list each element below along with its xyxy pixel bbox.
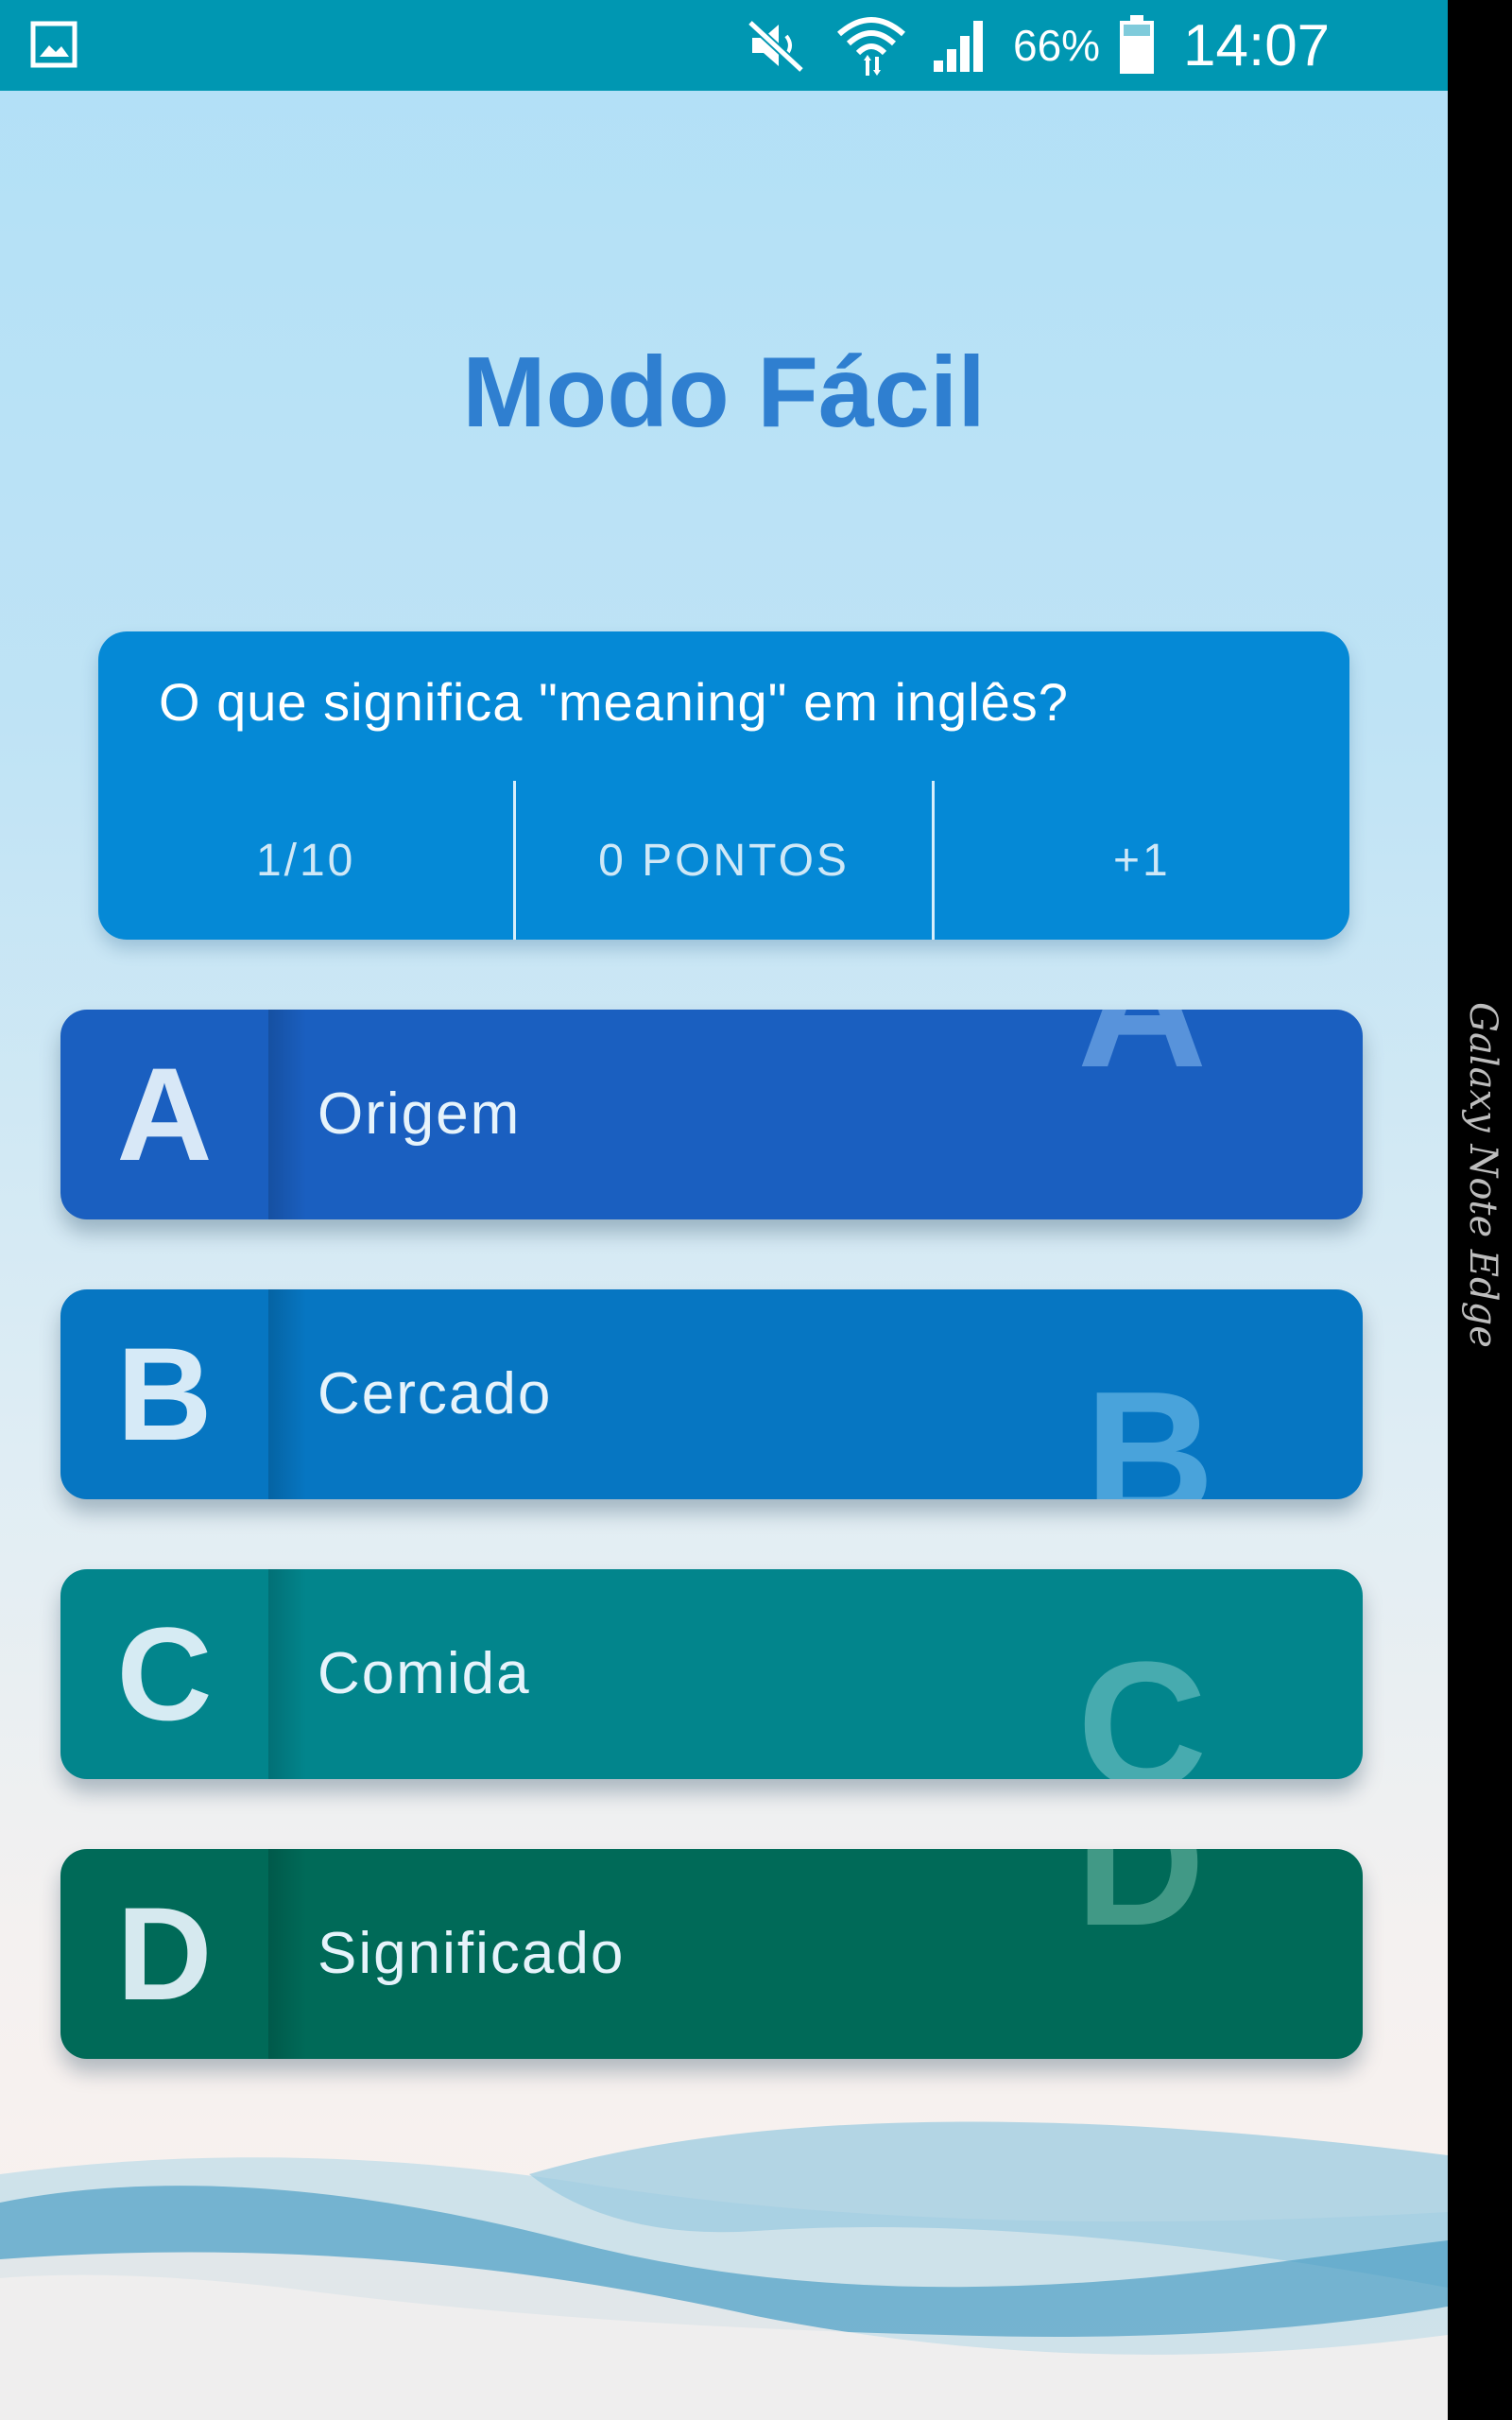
edge-panel-label: Galaxy Note Edge: [1461, 1002, 1504, 1348]
answer-button-d[interactable]: D D Significado: [60, 1849, 1363, 2059]
answer-letter: D: [60, 1849, 306, 2059]
gallery-icon: [30, 21, 77, 68]
battery-percent: 66%: [1013, 21, 1101, 70]
signal-icon: [934, 21, 983, 72]
page-title: Modo Fácil: [462, 337, 986, 448]
status-clock: 14:07: [1183, 13, 1331, 78]
question-card: O que significa "meaning" em inglês? 1/1…: [98, 631, 1349, 940]
answer-button-a[interactable]: A A Origem: [60, 1010, 1363, 1219]
answer-label: Significado: [318, 1921, 626, 1986]
wifi-icon: [837, 17, 905, 76]
answer-letter: B: [60, 1289, 306, 1499]
stats-row: 1/10 0 PONTOS +1: [98, 781, 1349, 940]
answer-watermark-letter: A: [1077, 1010, 1207, 1095]
answer-label: Origem: [318, 1081, 522, 1147]
battery-icon: [1120, 15, 1154, 74]
answer-button-c[interactable]: C C Comida: [60, 1569, 1363, 1779]
answer-watermark-letter: D: [1075, 1849, 1206, 1963]
app-screen: 66% 14:07 Modo Fácil O que significa "me…: [0, 0, 1448, 2420]
question-text: O que significa "meaning" em inglês?: [159, 672, 1069, 732]
answer-watermark-letter: B: [1085, 1355, 1215, 1499]
answer-letter: A: [60, 1010, 306, 1219]
mute-icon: [747, 19, 805, 74]
status-bar: 66% 14:07: [0, 0, 1448, 91]
score-label: 0 PONTOS: [598, 835, 850, 886]
wave-decoration: [0, 2121, 1448, 2420]
answer-label: Cercado: [318, 1361, 553, 1426]
answer-button-b[interactable]: B B Cercado: [60, 1289, 1363, 1499]
answer-watermark-letter: C: [1077, 1625, 1208, 1779]
answer-letter: C: [60, 1569, 306, 1779]
bonus-label: +1: [1112, 835, 1171, 886]
progress-counter: 1/10: [255, 835, 356, 886]
answer-label: Comida: [318, 1641, 531, 1706]
